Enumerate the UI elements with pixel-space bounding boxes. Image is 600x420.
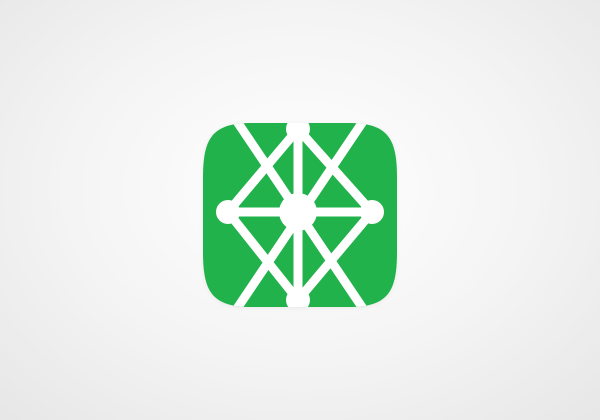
icon-preview-canvas (0, 0, 600, 420)
node-center (279, 193, 317, 231)
network-hub-icon (203, 123, 397, 307)
app-icon[interactable] (200, 120, 400, 310)
node-right (360, 200, 384, 224)
node-left (216, 200, 240, 224)
